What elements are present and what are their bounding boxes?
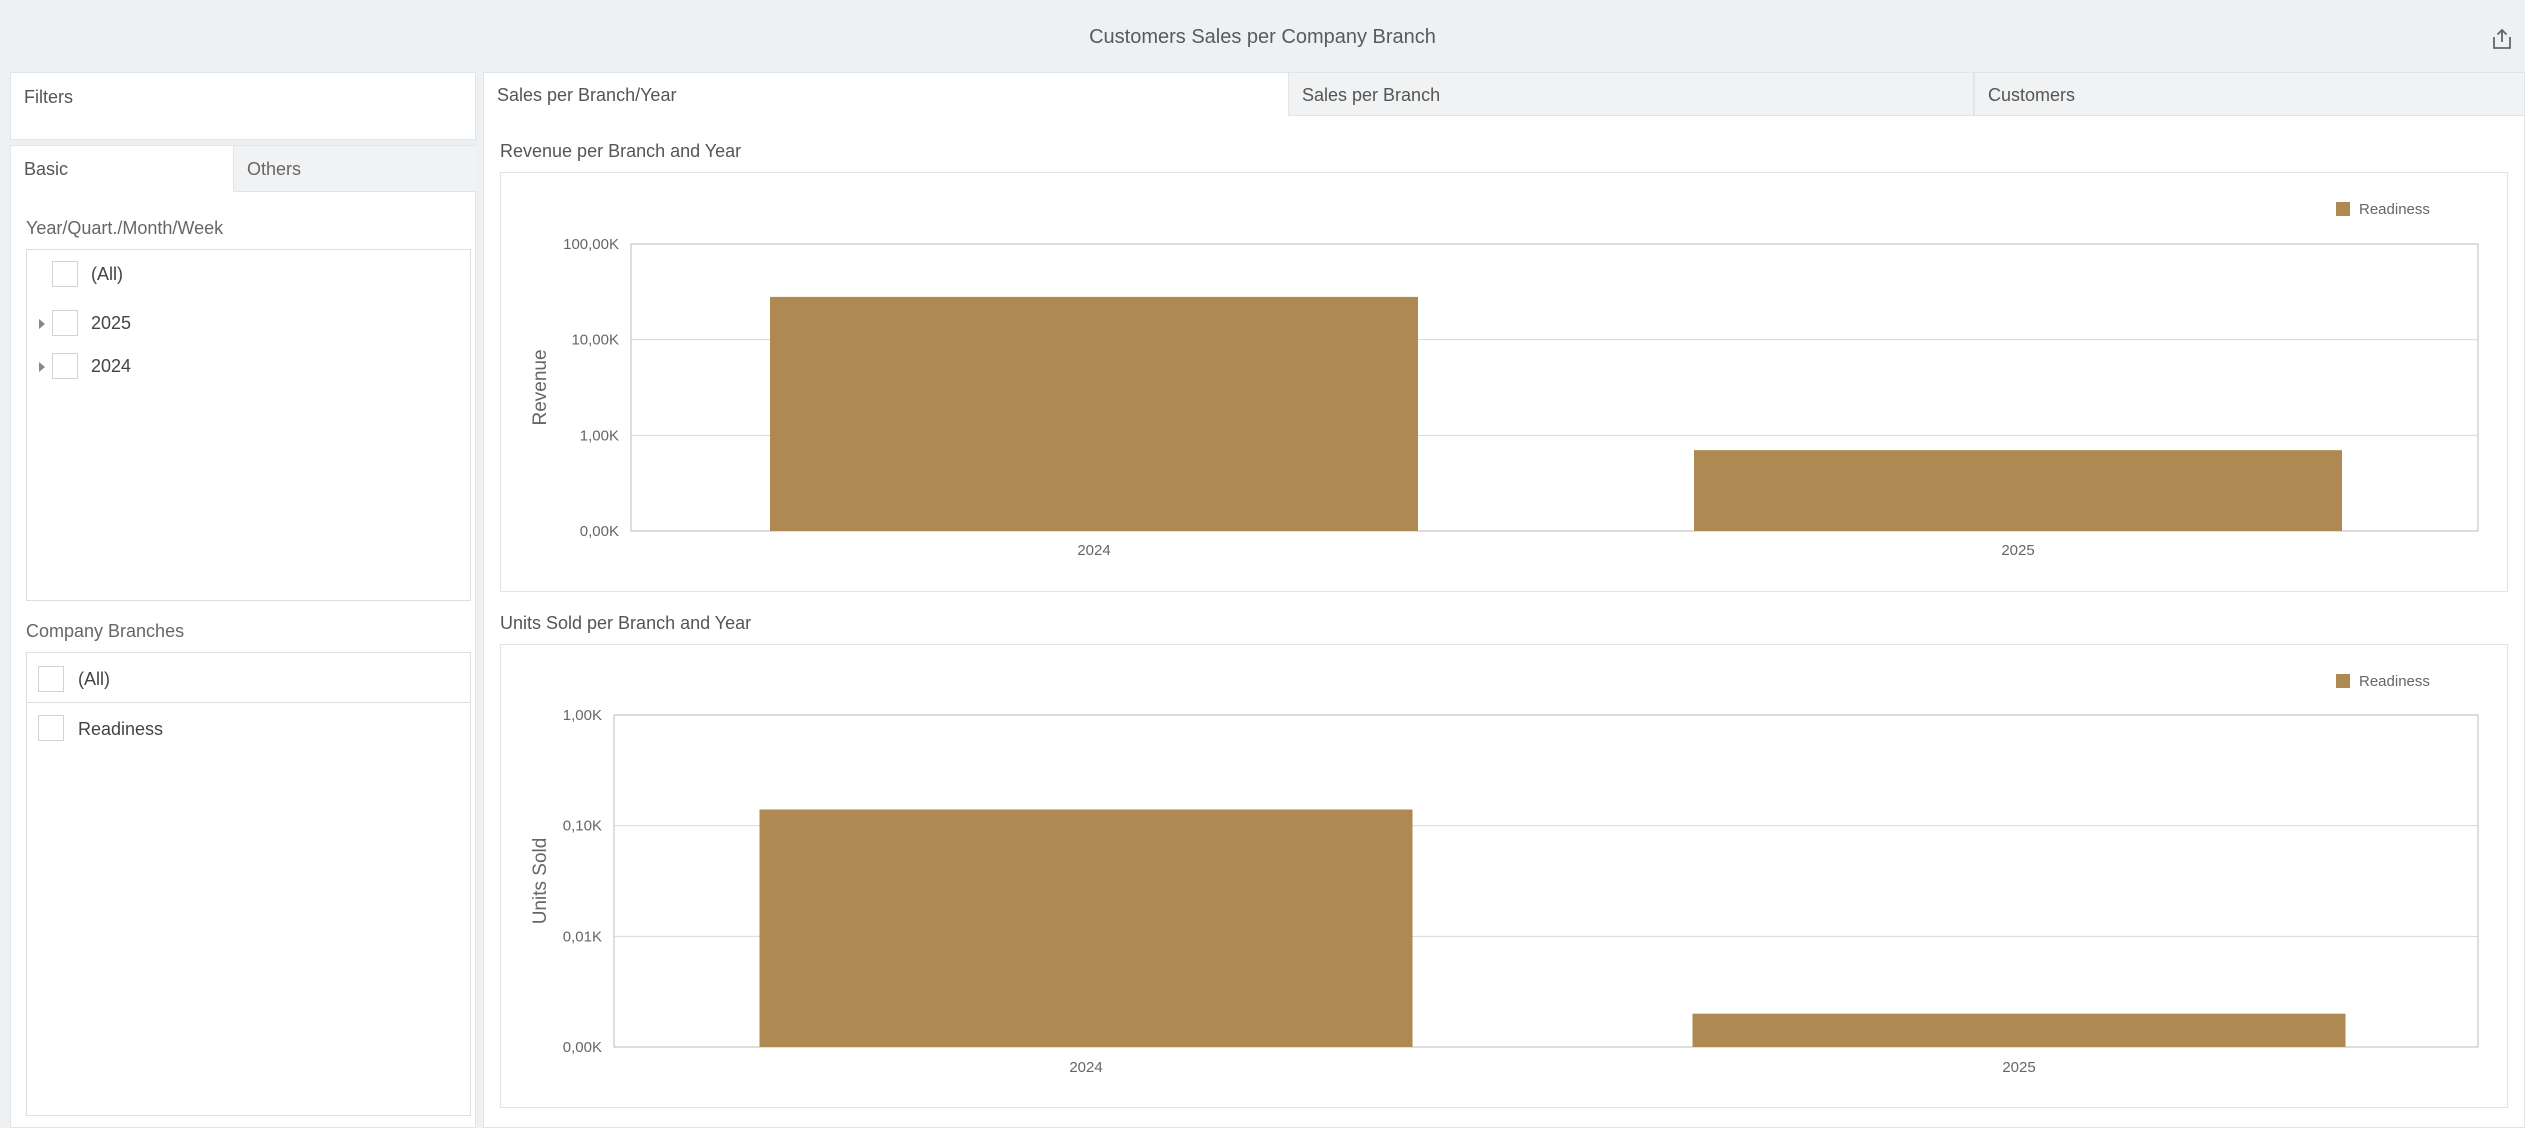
list-item-all-branches[interactable]: (All) xyxy=(27,657,470,703)
revenue-chart-svg: 0,00K 1,00K 10,00K 100,00K 2024 2025 Revenue Re… xyxy=(530,201,2479,559)
y-axis-label: Units Sold xyxy=(530,838,551,925)
list-item-2025[interactable]: 2025 xyxy=(27,303,470,343)
export-button[interactable] xyxy=(2489,26,2515,52)
legend-swatch xyxy=(2336,202,2350,216)
legend-swatch xyxy=(2336,674,2350,688)
legend-label: Readiness xyxy=(2359,673,2430,690)
y-tick-label: 1,00K xyxy=(563,707,602,724)
x-tick-label: 2024 xyxy=(1069,1059,1102,1076)
expand-arrow-icon[interactable] xyxy=(39,319,45,329)
y-axis-label: Revenue xyxy=(530,349,551,425)
checkbox[interactable] xyxy=(52,310,78,336)
bar-2025 xyxy=(1694,450,2342,531)
tab-customers[interactable]: Customers xyxy=(1974,72,2525,116)
bar-2024 xyxy=(770,296,1418,531)
tab-others[interactable]: Others xyxy=(233,146,477,192)
units-sold-chart: 0,00K 0,01K 0,10K 1,00K 2024 2025 Units Sold Re… xyxy=(500,644,2508,1108)
checkbox[interactable] xyxy=(52,353,78,379)
list-item-label: 2025 xyxy=(91,313,132,333)
y-tick-label: 100,00K xyxy=(563,236,619,253)
bar-2024 xyxy=(759,809,1413,1047)
x-tick-label: 2025 xyxy=(2002,1059,2035,1076)
branches-filter-list[interactable]: (All) Readiness xyxy=(26,652,471,1116)
branches-filter-label: Company Branches xyxy=(26,621,185,641)
legend-label: Readiness xyxy=(2359,201,2430,218)
main-tabs: Sales per Branch/Year Sales per Branch C… xyxy=(483,72,2525,116)
checkbox[interactable] xyxy=(52,261,78,287)
list-item-all-dates[interactable]: (All) xyxy=(27,254,470,294)
units-sold-chart-svg: 0,00K 0,01K 0,10K 1,00K 2024 2025 Units Sold Re… xyxy=(530,673,2479,1076)
y-tick-label: 0,00K xyxy=(563,1039,602,1056)
list-item-label: 2024 xyxy=(91,356,132,376)
filters-title: Filters xyxy=(24,87,73,107)
y-tick-label: 0,10K xyxy=(563,818,602,835)
x-tick-label: 2024 xyxy=(1077,542,1110,559)
main-panel: Revenue per Branch and Year 0,00K 1,00K 10… xyxy=(483,116,2525,1128)
list-item-label: (All) xyxy=(91,264,123,284)
filter-tabs: Basic Others xyxy=(11,146,477,192)
tab-sales-per-branch[interactable]: Sales per Branch xyxy=(1288,72,1974,116)
expand-arrow-icon[interactable] xyxy=(39,362,45,372)
filters-panel-header: Filters xyxy=(10,72,476,140)
date-filter-list[interactable]: (All) 2025 2024 xyxy=(26,249,471,601)
y-tick-label: 0,01K xyxy=(563,928,602,945)
revenue-chart: 0,00K 1,00K 10,00K 100,00K 2024 2025 Revenue Re… xyxy=(500,172,2508,592)
bar-2025 xyxy=(1692,1013,2346,1047)
list-item-label: Readiness xyxy=(78,719,164,739)
filters-panel: Basic Others Year/Quart./Month/Week (All… xyxy=(10,145,477,1128)
tab-sales-per-branch-year[interactable]: Sales per Branch/Year xyxy=(483,72,1288,116)
y-tick-label: 0,00K xyxy=(580,523,619,540)
list-item-readiness[interactable]: Readiness xyxy=(27,709,470,749)
share-export-icon xyxy=(2493,28,2511,49)
date-filter-label: Year/Quart./Month/Week xyxy=(26,218,224,238)
tab-basic[interactable]: Basic xyxy=(11,146,233,192)
y-tick-label: 1,00K xyxy=(580,427,619,444)
list-item-label: (All) xyxy=(78,669,110,689)
chart-title: Units Sold per Branch and Year xyxy=(500,613,752,633)
checkbox[interactable] xyxy=(38,666,64,692)
list-item-2024[interactable]: 2024 xyxy=(27,346,470,386)
y-tick-label: 10,00K xyxy=(571,332,619,349)
x-tick-label: 2025 xyxy=(2001,542,2034,559)
page-title: Customers Sales per Company Branch xyxy=(1089,26,1436,48)
checkbox[interactable] xyxy=(38,715,64,741)
chart-title: Revenue per Branch and Year xyxy=(500,141,742,161)
